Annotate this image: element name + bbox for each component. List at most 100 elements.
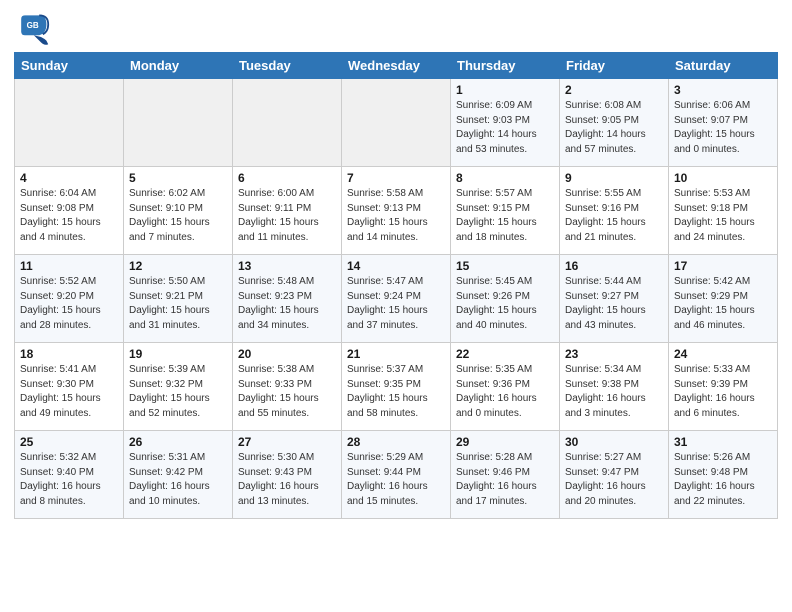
day-info: Sunrise: 5:42 AM Sunset: 9:29 PM Dayligh…	[674, 275, 772, 333]
day-number: 29	[456, 435, 554, 449]
calendar-cell: 21 Sunrise: 5:37 AM Sunset: 9:35 PM Dayli…	[342, 343, 451, 431]
day-number: 28	[347, 435, 445, 449]
day-number: 15	[456, 259, 554, 273]
calendar-cell: 20 Sunrise: 5:38 AM Sunset: 9:33 PM Dayli…	[233, 343, 342, 431]
day-number: 17	[674, 259, 772, 273]
day-info: Sunrise: 5:52 AM Sunset: 9:20 PM Dayligh…	[20, 275, 118, 333]
day-number: 26	[129, 435, 227, 449]
weekday-header-wednesday: Wednesday	[342, 53, 451, 79]
calendar-cell: 15 Sunrise: 5:45 AM Sunset: 9:26 PM Dayli…	[451, 255, 560, 343]
logo: GB	[14, 10, 56, 46]
day-info: Sunrise: 5:48 AM Sunset: 9:23 PM Dayligh…	[238, 275, 336, 333]
day-number: 1	[456, 83, 554, 97]
logo-icon: GB	[14, 10, 50, 46]
day-number: 30	[565, 435, 663, 449]
calendar-cell: 5 Sunrise: 6:02 AM Sunset: 9:10 PM Daylig…	[124, 167, 233, 255]
day-info: Sunrise: 5:53 AM Sunset: 9:18 PM Dayligh…	[674, 187, 772, 245]
day-number: 7	[347, 171, 445, 185]
calendar-week-row: 1 Sunrise: 6:09 AM Sunset: 9:03 PM Daylig…	[15, 79, 778, 167]
calendar-table: SundayMondayTuesdayWednesdayThursdayFrid…	[14, 52, 778, 519]
day-info: Sunrise: 5:34 AM Sunset: 9:38 PM Dayligh…	[565, 363, 663, 421]
calendar-cell: 14 Sunrise: 5:47 AM Sunset: 9:24 PM Dayli…	[342, 255, 451, 343]
calendar-cell	[342, 79, 451, 167]
calendar-week-row: 4 Sunrise: 6:04 AM Sunset: 9:08 PM Daylig…	[15, 167, 778, 255]
day-number: 16	[565, 259, 663, 273]
day-number: 14	[347, 259, 445, 273]
calendar-cell: 16 Sunrise: 5:44 AM Sunset: 9:27 PM Dayli…	[560, 255, 669, 343]
day-info: Sunrise: 5:32 AM Sunset: 9:40 PM Dayligh…	[20, 451, 118, 509]
page-header: GB	[14, 10, 778, 46]
calendar-cell	[233, 79, 342, 167]
day-number: 6	[238, 171, 336, 185]
day-info: Sunrise: 5:39 AM Sunset: 9:32 PM Dayligh…	[129, 363, 227, 421]
day-info: Sunrise: 5:44 AM Sunset: 9:27 PM Dayligh…	[565, 275, 663, 333]
calendar-cell: 30 Sunrise: 5:27 AM Sunset: 9:47 PM Dayli…	[560, 431, 669, 519]
calendar-cell: 12 Sunrise: 5:50 AM Sunset: 9:21 PM Dayli…	[124, 255, 233, 343]
day-number: 4	[20, 171, 118, 185]
day-info: Sunrise: 6:09 AM Sunset: 9:03 PM Dayligh…	[456, 99, 554, 157]
day-number: 27	[238, 435, 336, 449]
weekday-header-thursday: Thursday	[451, 53, 560, 79]
calendar-week-row: 25 Sunrise: 5:32 AM Sunset: 9:40 PM Dayli…	[15, 431, 778, 519]
day-info: Sunrise: 5:38 AM Sunset: 9:33 PM Dayligh…	[238, 363, 336, 421]
day-info: Sunrise: 5:57 AM Sunset: 9:15 PM Dayligh…	[456, 187, 554, 245]
day-info: Sunrise: 5:33 AM Sunset: 9:39 PM Dayligh…	[674, 363, 772, 421]
calendar-cell: 4 Sunrise: 6:04 AM Sunset: 9:08 PM Daylig…	[15, 167, 124, 255]
day-info: Sunrise: 5:45 AM Sunset: 9:26 PM Dayligh…	[456, 275, 554, 333]
day-info: Sunrise: 5:27 AM Sunset: 9:47 PM Dayligh…	[565, 451, 663, 509]
calendar-cell: 31Sunrise: 5:26 AM Sunset: 9:48 PM Dayli…	[669, 431, 778, 519]
calendar-week-row: 18 Sunrise: 5:41 AM Sunset: 9:30 PM Dayli…	[15, 343, 778, 431]
day-number: 8	[456, 171, 554, 185]
day-number: 5	[129, 171, 227, 185]
day-number: 24	[674, 347, 772, 361]
day-info: Sunrise: 6:00 AM Sunset: 9:11 PM Dayligh…	[238, 187, 336, 245]
day-number: 22	[456, 347, 554, 361]
day-number: 11	[20, 259, 118, 273]
calendar-cell: 27 Sunrise: 5:30 AM Sunset: 9:43 PM Dayli…	[233, 431, 342, 519]
calendar-cell: 9 Sunrise: 5:55 AM Sunset: 9:16 PM Daylig…	[560, 167, 669, 255]
day-number: 12	[129, 259, 227, 273]
calendar-cell: 24 Sunrise: 5:33 AM Sunset: 9:39 PM Dayli…	[669, 343, 778, 431]
day-number: 23	[565, 347, 663, 361]
calendar-week-row: 11 Sunrise: 5:52 AM Sunset: 9:20 PM Dayli…	[15, 255, 778, 343]
calendar-cell: 26 Sunrise: 5:31 AM Sunset: 9:42 PM Dayli…	[124, 431, 233, 519]
day-info: Sunrise: 5:29 AM Sunset: 9:44 PM Dayligh…	[347, 451, 445, 509]
day-info: Sunrise: 5:55 AM Sunset: 9:16 PM Dayligh…	[565, 187, 663, 245]
calendar-cell: 25 Sunrise: 5:32 AM Sunset: 9:40 PM Dayli…	[15, 431, 124, 519]
day-info: Sunrise: 5:50 AM Sunset: 9:21 PM Dayligh…	[129, 275, 227, 333]
day-number: 25	[20, 435, 118, 449]
calendar-cell: 13Sunrise: 5:48 AM Sunset: 9:23 PM Dayli…	[233, 255, 342, 343]
calendar-cell: 19 Sunrise: 5:39 AM Sunset: 9:32 PM Dayli…	[124, 343, 233, 431]
calendar-cell: 7 Sunrise: 5:58 AM Sunset: 9:13 PM Daylig…	[342, 167, 451, 255]
calendar-cell: 17 Sunrise: 5:42 AM Sunset: 9:29 PM Dayli…	[669, 255, 778, 343]
day-info: Sunrise: 5:30 AM Sunset: 9:43 PM Dayligh…	[238, 451, 336, 509]
day-number: 2	[565, 83, 663, 97]
day-number: 9	[565, 171, 663, 185]
day-number: 3	[674, 83, 772, 97]
day-number: 21	[347, 347, 445, 361]
calendar-header-row: SundayMondayTuesdayWednesdayThursdayFrid…	[15, 53, 778, 79]
calendar-cell: 11 Sunrise: 5:52 AM Sunset: 9:20 PM Dayli…	[15, 255, 124, 343]
day-info: Sunrise: 5:31 AM Sunset: 9:42 PM Dayligh…	[129, 451, 227, 509]
day-info: Sunrise: 5:41 AM Sunset: 9:30 PM Dayligh…	[20, 363, 118, 421]
calendar-cell: 23 Sunrise: 5:34 AM Sunset: 9:38 PM Dayli…	[560, 343, 669, 431]
weekday-header-monday: Monday	[124, 53, 233, 79]
calendar-cell: 1 Sunrise: 6:09 AM Sunset: 9:03 PM Daylig…	[451, 79, 560, 167]
day-number: 18	[20, 347, 118, 361]
day-info: Sunrise: 6:02 AM Sunset: 9:10 PM Dayligh…	[129, 187, 227, 245]
calendar-cell: 22Sunrise: 5:35 AM Sunset: 9:36 PM Dayli…	[451, 343, 560, 431]
weekday-header-friday: Friday	[560, 53, 669, 79]
svg-text:GB: GB	[27, 21, 39, 30]
day-info: Sunrise: 5:58 AM Sunset: 9:13 PM Dayligh…	[347, 187, 445, 245]
calendar-cell	[124, 79, 233, 167]
day-number: 31	[674, 435, 772, 449]
calendar-cell	[15, 79, 124, 167]
day-info: Sunrise: 6:08 AM Sunset: 9:05 PM Dayligh…	[565, 99, 663, 157]
day-number: 19	[129, 347, 227, 361]
day-info: Sunrise: 5:47 AM Sunset: 9:24 PM Dayligh…	[347, 275, 445, 333]
weekday-header-saturday: Saturday	[669, 53, 778, 79]
day-number: 20	[238, 347, 336, 361]
calendar-cell: 28 Sunrise: 5:29 AM Sunset: 9:44 PM Dayli…	[342, 431, 451, 519]
day-info: Sunrise: 6:04 AM Sunset: 9:08 PM Dayligh…	[20, 187, 118, 245]
day-info: Sunrise: 5:37 AM Sunset: 9:35 PM Dayligh…	[347, 363, 445, 421]
